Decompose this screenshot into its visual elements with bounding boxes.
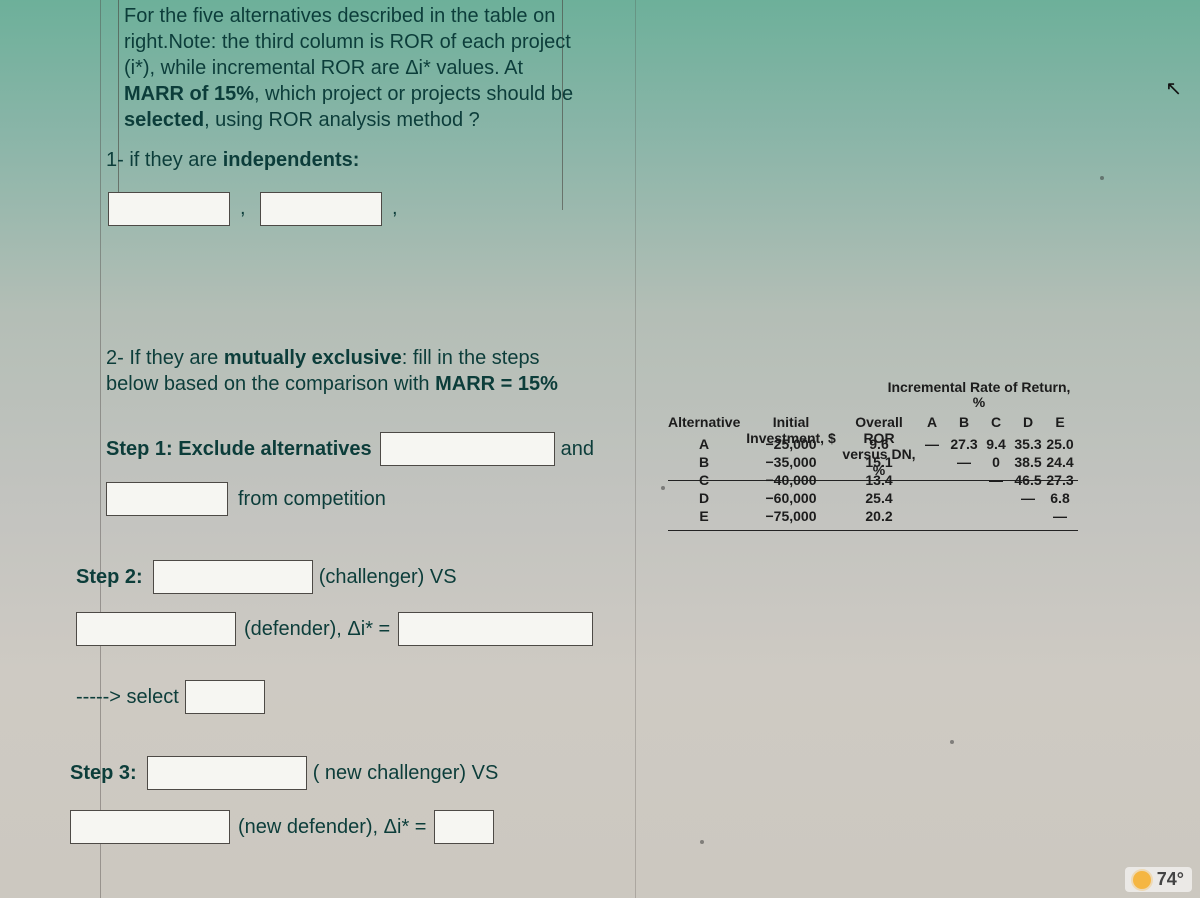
gridline	[118, 0, 119, 210]
step1-exclude-1[interactable]	[380, 432, 555, 466]
part1-label: 1- if they are independents:	[106, 148, 359, 173]
step1-row: Step 1: Exclude alternatives and	[106, 432, 594, 466]
question-line-3: (i*), while incremental ROR are Δi* valu…	[124, 56, 523, 81]
step2-select-label: -----> select	[76, 686, 179, 709]
speck	[1100, 176, 1104, 180]
step1-row-2: from competition	[106, 482, 386, 516]
step3-defender-label: (new defender), Δi* =	[238, 816, 426, 839]
step1-label: Step 1: Exclude alternatives	[106, 438, 372, 461]
step2-select-row: -----> select	[76, 680, 265, 714]
p1b: independents:	[223, 149, 360, 171]
worksheet-page: For the five alternatives described in t…	[0, 0, 1200, 898]
step2-challenger[interactable]	[153, 560, 313, 594]
table-row: C−40,00013.4—46.527.3	[668, 471, 1078, 489]
comma-1: ,	[240, 196, 246, 221]
cursor-icon: ↖	[1165, 76, 1182, 101]
p2b: mutually exclusive	[224, 347, 402, 369]
table-bottom-rule	[668, 530, 1078, 531]
table-row: B−35,00015.1—038.524.4	[668, 453, 1078, 471]
step2-row: Step 2: (challenger) VS	[76, 560, 457, 594]
part2-line-2: below based on the comparison with MARR …	[106, 372, 558, 397]
step2-row-2: (defender), Δi* =	[76, 612, 593, 646]
marr-text: MARR of 15%	[124, 83, 254, 105]
independent-answer-1[interactable]	[108, 192, 230, 226]
step3-defender[interactable]	[70, 810, 230, 844]
sun-icon	[1133, 871, 1151, 889]
table-row: D−60,00025.4—6.8	[668, 489, 1078, 507]
step1-and: and	[561, 438, 594, 461]
step3-row: Step 3: ( new challenger) VS	[70, 756, 498, 790]
p2a: 2- If they are	[106, 347, 224, 369]
gridline	[635, 0, 636, 898]
table-row: A−25,0009.6—27.39.435.325.0	[668, 435, 1078, 453]
p2c: : fill in the steps	[402, 347, 540, 369]
speck	[950, 740, 954, 744]
q5b: , using ROR analysis method ?	[204, 109, 480, 131]
step1-from: from competition	[238, 488, 386, 511]
p2e: MARR = 15%	[435, 373, 558, 395]
p2d: below based on the comparison with	[106, 373, 435, 395]
step2-defender[interactable]	[76, 612, 236, 646]
table-body: A−25,0009.6—27.39.435.325.0B−35,00015.1—…	[668, 435, 1078, 525]
selected-text: selected	[124, 109, 204, 131]
question-line-5: selected, using ROR analysis method ?	[124, 108, 480, 133]
weather-widget[interactable]: 74°	[1125, 867, 1192, 892]
p1a: 1- if they are	[106, 149, 223, 171]
step2-select[interactable]	[185, 680, 265, 714]
step3-challenger-label: ( new challenger) VS	[313, 762, 499, 785]
step2-challenger-label: (challenger) VS	[319, 566, 457, 589]
step2-delta-i[interactable]	[398, 612, 593, 646]
step1-exclude-2[interactable]	[106, 482, 228, 516]
step3-label: Step 3:	[70, 762, 137, 785]
step3-delta-i[interactable]	[434, 810, 494, 844]
speck	[700, 840, 704, 844]
question-line-4: MARR of 15%, which project or projects s…	[124, 82, 573, 107]
part2-line-1: 2- If they are mutually exclusive: fill …	[106, 346, 540, 371]
q4b: , which project or projects should be	[254, 83, 573, 105]
independent-answer-2[interactable]	[260, 192, 382, 226]
question-line-2: right.Note: the third column is ROR of e…	[124, 30, 571, 55]
temperature-value: 74°	[1157, 869, 1184, 890]
table-incr-title: Incremental Rate of Return, %	[884, 380, 1074, 411]
comma-2: ,	[392, 196, 398, 221]
step2-defender-label: (defender), Δi* =	[244, 618, 390, 641]
step3-row-2: (new defender), Δi* =	[70, 810, 494, 844]
question-line-1: For the five alternatives described in t…	[124, 4, 555, 29]
step3-challenger[interactable]	[147, 756, 307, 790]
speck	[661, 486, 665, 490]
step2-label: Step 2:	[76, 566, 143, 589]
table-row: E−75,00020.2—	[668, 507, 1078, 525]
